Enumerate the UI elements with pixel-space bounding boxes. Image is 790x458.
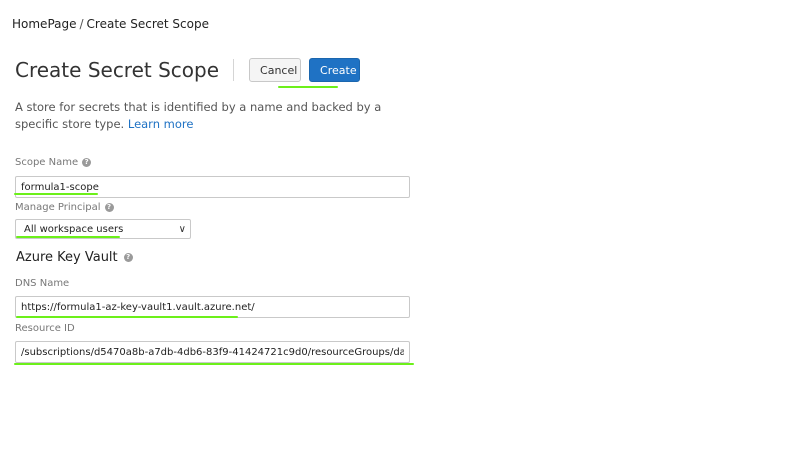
create-button-highlight — [278, 86, 338, 88]
description-text: A store for secrets that is identified b… — [15, 100, 382, 131]
cancel-button[interactable]: Cancel — [249, 58, 302, 82]
page-title: Create Secret Scope — [15, 58, 220, 82]
chevron-down-icon: ∨ — [178, 223, 186, 235]
resource-id-highlight — [14, 363, 414, 365]
breadcrumb-home[interactable]: HomePage — [12, 17, 77, 31]
azure-key-vault-heading-text: Azure Key Vault — [16, 250, 118, 265]
resource-id-label: Resource ID — [15, 323, 75, 334]
question-circle-icon[interactable]: ? — [104, 203, 114, 212]
create-button[interactable]: Create — [309, 58, 361, 82]
dns-name-label-text: DNS Name — [15, 278, 70, 289]
title-divider — [233, 59, 235, 81]
question-circle-icon[interactable]: ? — [82, 158, 92, 167]
title-row: Create Secret Scope Cancel Create — [15, 58, 361, 82]
resource-id-input[interactable] — [15, 341, 410, 363]
manage-principal-highlight — [16, 236, 120, 238]
dns-name-label: DNS Name — [15, 278, 69, 289]
manage-principal-value: All workspace users — [24, 223, 124, 235]
manage-principal-label-text: Manage Principal — [15, 202, 101, 213]
resource-id-label-text: Resource ID — [15, 323, 75, 334]
manage-principal-label: Manage Principal ? — [15, 202, 114, 213]
scope-name-label: Scope Name ? — [15, 157, 92, 168]
breadcrumb-separator: / — [79, 17, 84, 31]
scope-name-highlight — [14, 193, 98, 195]
azure-key-vault-heading: Azure Key Vault ? — [16, 250, 133, 265]
dns-name-input[interactable] — [15, 296, 410, 318]
question-circle-icon[interactable]: ? — [123, 253, 133, 262]
dns-name-highlight — [16, 316, 238, 318]
learn-more-link[interactable]: Learn more — [128, 117, 194, 131]
description: A store for secrets that is identified b… — [15, 99, 415, 133]
scope-name-label-text: Scope Name — [15, 157, 79, 168]
breadcrumb: HomePage / Create Secret Scope — [12, 17, 209, 31]
breadcrumb-current: Create Secret Scope — [86, 17, 209, 31]
